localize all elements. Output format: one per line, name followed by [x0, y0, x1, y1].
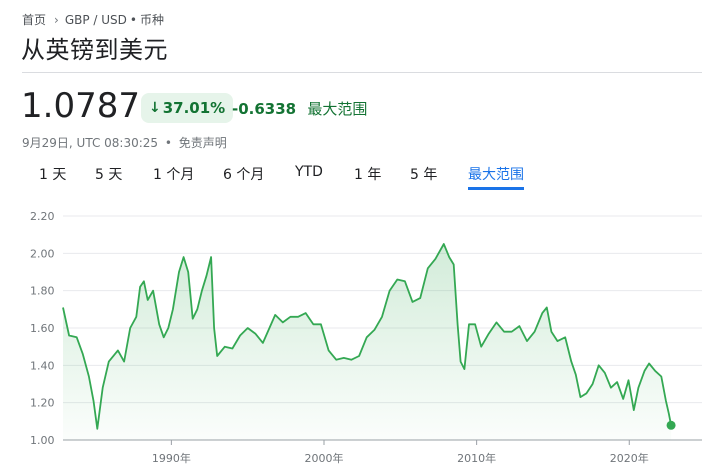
price-area [63, 244, 672, 440]
chevron-right-icon: › [54, 12, 59, 27]
breadcrumb: 首页 › GBP / USD • 币种 [22, 11, 164, 28]
percent-change-value: 37.01% [162, 99, 226, 117]
tab-1-day[interactable]: 1 天 [39, 164, 66, 190]
absolute-change-value: -0.6338 [232, 100, 297, 118]
dot-separator: • [164, 136, 172, 150]
header-divider [22, 72, 702, 73]
timestamp: 9月29日, UTC 08:30:25 • 免责声明 [22, 134, 227, 151]
y-tick-label: 1.80 [30, 285, 55, 298]
breadcrumb-pair: GBP / USD [64, 12, 127, 27]
tab-max-range[interactable]: 最大范围 [468, 164, 524, 190]
tab-5-year[interactable]: 5 年 [410, 164, 437, 190]
timestamp-text: 9月29日, UTC 08:30:25 [22, 136, 159, 150]
tab-5-day[interactable]: 5 天 [95, 164, 122, 190]
tab-6-month[interactable]: 6 个月 [223, 164, 264, 190]
breadcrumb-category: 币种 [140, 13, 165, 27]
range-label: 最大范围 [307, 100, 368, 118]
current-price-dot [666, 420, 676, 430]
y-tick-label: 2.00 [30, 247, 55, 260]
y-tick-label: 1.00 [30, 434, 55, 447]
current-price: 1.0787 [21, 86, 140, 126]
x-tick-label: 2000年 [305, 451, 344, 465]
page-title: 从英镑到美元 [21, 36, 168, 64]
price-chart[interactable]: 1.00 1.20 1.40 1.60 1.80 2.00 2.20 1990年 2000年 20… [0, 200, 702, 471]
disclaimer-link[interactable]: 免责声明 [179, 136, 227, 150]
y-tick-label: 1.40 [30, 359, 55, 372]
range-tabs: 1 天 5 天 1 个月 6 个月 YTD 1 年 5 年 最大范围 [0, 164, 702, 194]
x-tick-label: 1990年 [152, 451, 191, 465]
y-tick-label: 2.20 [30, 210, 55, 223]
y-tick-label: 1.60 [30, 322, 55, 335]
breadcrumb-home[interactable]: 首页 [22, 11, 46, 28]
tab-1-year[interactable]: 1 年 [354, 164, 381, 190]
tab-1-month[interactable]: 1 个月 [153, 164, 194, 190]
tab-ytd[interactable]: YTD [295, 164, 323, 186]
absolute-change: -0.6338 最大范围 [232, 98, 367, 119]
x-tick-label: 2020年 [610, 451, 649, 465]
x-tick-label: 2010年 [457, 451, 496, 465]
y-tick-label: 1.20 [30, 397, 55, 410]
dot-separator: • [129, 12, 137, 27]
arrow-down-icon: ↓ [149, 100, 161, 116]
percent-change-badge: ↓ 37.01% [141, 93, 234, 123]
